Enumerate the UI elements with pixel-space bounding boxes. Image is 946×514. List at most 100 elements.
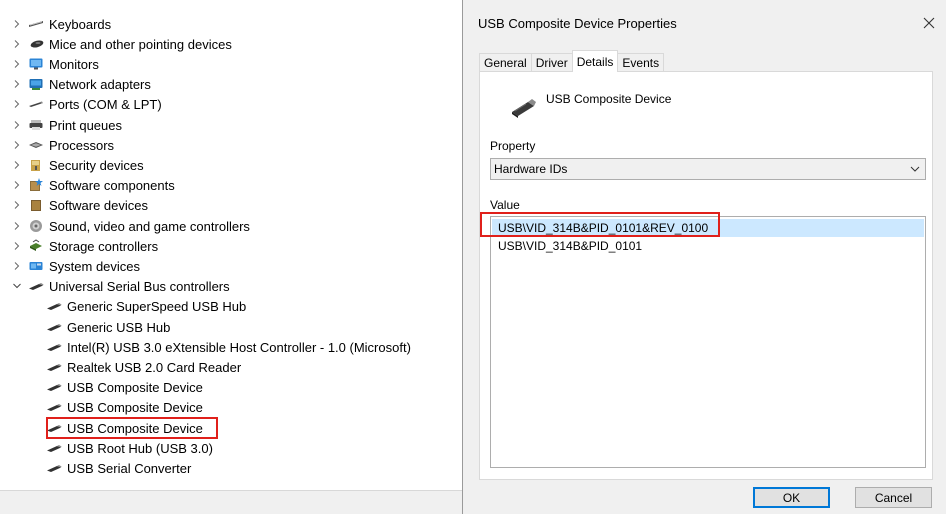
- chevron-down-icon[interactable]: [10, 282, 24, 290]
- software-device-icon: [28, 197, 44, 213]
- tree-item[interactable]: Network adapters: [10, 74, 151, 94]
- value-text: USB\VID_314B&PID_0101: [498, 239, 643, 253]
- chevron-right-icon[interactable]: [10, 80, 24, 88]
- speaker-icon: [28, 218, 44, 234]
- security-device-icon: [28, 157, 44, 173]
- usb-icon: [46, 379, 62, 395]
- chevron-down-icon: [910, 166, 920, 172]
- chevron-right-icon[interactable]: [10, 181, 24, 189]
- chevron-right-icon[interactable]: [10, 222, 24, 230]
- tab-events[interactable]: Events: [617, 53, 665, 72]
- tree-item-label: USB Serial Converter: [67, 460, 192, 476]
- software-component-icon: [28, 177, 44, 193]
- status-bar: [0, 490, 462, 514]
- chevron-right-icon[interactable]: [10, 121, 24, 129]
- usb-device-icon: [512, 99, 536, 118]
- tree-item-label: Mice and other pointing devices: [49, 36, 232, 52]
- property-selected-value: Hardware IDs: [494, 162, 568, 176]
- tree-item-label: Sound, video and game controllers: [49, 218, 250, 234]
- tree-item-label: Network adapters: [49, 76, 151, 92]
- usb-icon: [46, 460, 62, 476]
- value-list[interactable]: USB\VID_314B&PID_0101&REV_0100 USB\VID_3…: [490, 216, 926, 468]
- tab-driver[interactable]: Driver: [530, 53, 573, 72]
- tree-item-label: Processors: [49, 137, 115, 153]
- chevron-right-icon[interactable]: [10, 100, 24, 108]
- tree-item[interactable]: Sound, video and game controllers: [10, 216, 250, 236]
- usb-icon: [46, 319, 62, 335]
- tree-item-label: Ports (COM & LPT): [49, 96, 162, 112]
- tree-item-label: Print queues: [49, 117, 122, 133]
- tree-item-label: Keyboards: [49, 16, 112, 32]
- chevron-right-icon[interactable]: [10, 20, 24, 28]
- tree-item[interactable]: Print queues: [10, 115, 122, 135]
- tree-item[interactable]: USB Composite Device: [46, 397, 203, 417]
- usb-icon: [46, 399, 62, 415]
- usb-icon: [46, 298, 62, 314]
- tree-item[interactable]: Realtek USB 2.0 Card Reader: [46, 357, 241, 377]
- close-button[interactable]: [918, 12, 940, 34]
- dialog-footer: OK Cancel: [463, 480, 946, 514]
- tree-item-label: USB Composite Device: [67, 399, 203, 415]
- tree-item-label: Security devices: [49, 157, 144, 173]
- tree-item[interactable]: Software components: [10, 175, 175, 195]
- usb-icon: [46, 339, 62, 355]
- chevron-right-icon[interactable]: [10, 161, 24, 169]
- tree-item-label: Intel(R) USB 3.0 eXtensible Host Control…: [67, 339, 411, 355]
- ok-button[interactable]: OK: [753, 487, 830, 508]
- keyboard-icon: [28, 16, 44, 32]
- tree-item[interactable]: Security devices: [10, 155, 144, 175]
- tree-item[interactable]: Intel(R) USB 3.0 eXtensible Host Control…: [46, 337, 411, 357]
- usb-icon: [46, 359, 62, 375]
- tree-item[interactable]: Software devices: [10, 195, 148, 215]
- tree-item-label: USB Composite Device: [67, 379, 203, 395]
- tree-item-label: USB Root Hub (USB 3.0): [67, 440, 213, 456]
- tree-item[interactable]: System devices: [10, 256, 140, 276]
- device-name: USB Composite Device: [546, 92, 672, 106]
- tree-item[interactable]: USB Root Hub (USB 3.0): [46, 438, 213, 458]
- tree-item[interactable]: USB Serial Converter: [46, 458, 191, 478]
- printer-icon: [28, 117, 44, 133]
- close-icon: [923, 17, 935, 29]
- tab-general[interactable]: General: [479, 53, 532, 72]
- chevron-right-icon[interactable]: [10, 141, 24, 149]
- tree-item-label: Universal Serial Bus controllers: [49, 278, 230, 294]
- tree-item[interactable]: Monitors: [10, 54, 99, 74]
- usb-icon: [28, 278, 44, 294]
- tree-item[interactable]: Ports (COM & LPT): [10, 94, 162, 114]
- dialog-title: USB Composite Device Properties: [478, 16, 677, 31]
- monitor-icon: [28, 56, 44, 72]
- tree-item[interactable]: Mice and other pointing devices: [10, 34, 232, 54]
- chevron-right-icon[interactable]: [10, 201, 24, 209]
- tree-item[interactable]: Universal Serial Bus controllers: [10, 276, 230, 296]
- value-highlight-box: [480, 212, 720, 237]
- value-row[interactable]: USB\VID_314B&PID_0101: [492, 237, 924, 255]
- tree-item-label: Monitors: [49, 56, 99, 72]
- network-adapter-icon: [28, 76, 44, 92]
- property-label: Property: [490, 139, 536, 153]
- tree-item-label: Software devices: [49, 197, 148, 213]
- chevron-right-icon[interactable]: [10, 60, 24, 68]
- cancel-button[interactable]: Cancel: [855, 487, 932, 508]
- tab-strip: General Driver Details Events: [479, 50, 665, 72]
- chevron-right-icon[interactable]: [10, 262, 24, 270]
- chevron-right-icon[interactable]: [10, 40, 24, 48]
- tree-item-label: Realtek USB 2.0 Card Reader: [67, 359, 242, 375]
- chevron-right-icon[interactable]: [10, 242, 24, 250]
- tree-item[interactable]: Storage controllers: [10, 236, 158, 256]
- value-label: Value: [490, 198, 520, 212]
- property-select[interactable]: Hardware IDs: [490, 158, 926, 180]
- tree-item[interactable]: Generic SuperSpeed USB Hub: [46, 296, 246, 316]
- tree-item-label: System devices: [49, 258, 141, 274]
- mouse-icon: [28, 36, 44, 52]
- tree-item[interactable]: Generic USB Hub: [46, 317, 170, 337]
- properties-dialog: USB Composite Device Properties General …: [462, 0, 946, 514]
- storage-controller-icon: [28, 238, 44, 254]
- tree-item[interactable]: USB Composite Device: [46, 377, 203, 397]
- tree-item[interactable]: Keyboards: [10, 14, 111, 34]
- tree-item-label: Generic SuperSpeed USB Hub: [67, 298, 247, 314]
- tree-item[interactable]: Processors: [10, 135, 114, 155]
- tab-details[interactable]: Details: [571, 50, 619, 72]
- tree-item-label: Storage controllers: [49, 238, 159, 254]
- details-panel: USB Composite Device Property Hardware I…: [479, 71, 933, 480]
- device-tree: Keyboards Mice and other pointing devices…: [0, 0, 462, 490]
